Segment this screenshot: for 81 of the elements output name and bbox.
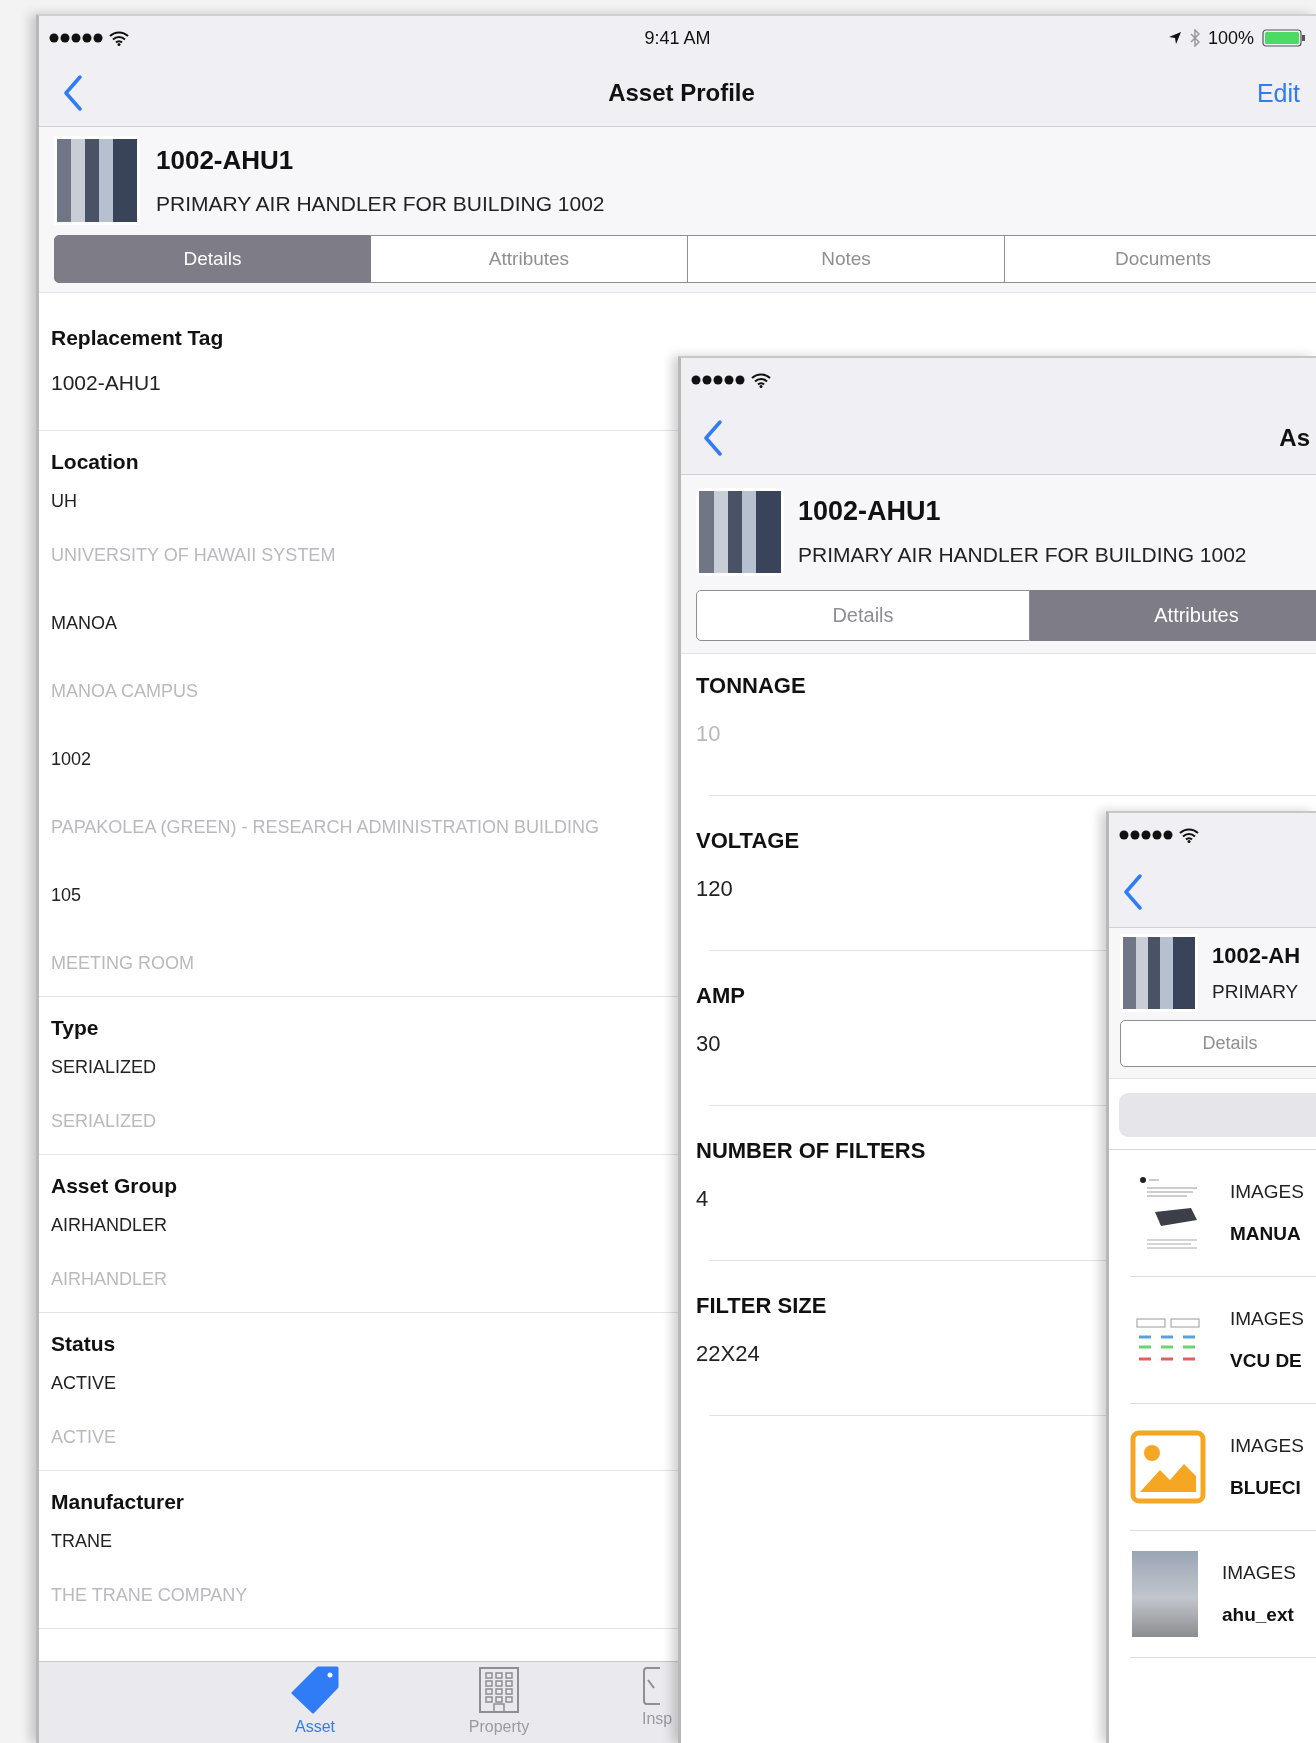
attribute-label: VOLTAGE — [696, 828, 800, 854]
field-value: TRANE — [51, 1530, 112, 1553]
attribute-value: 120 — [696, 876, 733, 902]
search-field[interactable] — [1119, 1093, 1316, 1137]
attribute-value: 4 — [696, 1186, 709, 1212]
document-category: IMAGES — [1230, 1308, 1304, 1330]
segment-tab[interactable]: Attributes — [371, 235, 688, 283]
attribute-value: 10 — [696, 721, 721, 747]
field-value: THE TRANE COMPANY — [51, 1584, 248, 1607]
document-category: IMAGES — [1230, 1181, 1304, 1203]
field-value: UNIVERSITY OF HAWAII SYSTEM — [51, 544, 336, 567]
document-row[interactable]: IMAGES MANUA — [1130, 1150, 1316, 1277]
bluetooth-icon — [1189, 29, 1200, 47]
field-label: Status — [51, 1331, 116, 1357]
asset-description: PRIMARY AIR HANDLER FOR BUILDING 1002 — [798, 543, 1247, 567]
document-category: IMAGES — [1222, 1562, 1296, 1584]
asset-tag: 1002-AH — [1212, 943, 1301, 969]
asset-description: PRIMARY — [1212, 981, 1300, 1003]
diagram-thumbnail — [1136, 1318, 1200, 1362]
segment-tab[interactable]: Notes — [688, 235, 1005, 283]
clipboard-icon — [642, 1666, 660, 1706]
tab-bar-item[interactable]: Asset — [223, 1662, 407, 1743]
field-value: 105 — [51, 884, 82, 907]
segment-tab[interactable]: Documents — [1005, 235, 1316, 283]
field-value: UH — [51, 490, 77, 513]
attribute-label: AMP — [696, 983, 745, 1009]
field-value: 1002 — [51, 748, 92, 771]
wifi-icon — [109, 30, 129, 46]
edit-button[interactable]: Edit — [1256, 78, 1300, 108]
attribute-label: NUMBER OF FILTERS — [696, 1138, 926, 1164]
tag-icon — [291, 1666, 339, 1714]
field-value: SERIALIZED — [51, 1110, 157, 1133]
signal-icon — [49, 33, 103, 43]
attribute-label: FILTER SIZE — [696, 1293, 827, 1319]
wifi-icon — [1179, 827, 1199, 843]
segment-tab[interactable]: Attributes — [1030, 590, 1316, 641]
field-value: ACTIVE — [51, 1372, 116, 1395]
field-value: SERIALIZED — [51, 1056, 157, 1079]
segment-tab[interactable]: Details — [1120, 1020, 1316, 1067]
field-label: Replacement Tag — [51, 325, 224, 351]
document-name: ahu_ext — [1222, 1604, 1295, 1626]
tab-bar-item[interactable]: Insp — [642, 1662, 673, 1743]
attribute-label: TONNAGE — [696, 673, 806, 699]
document-name: MANUA — [1230, 1223, 1302, 1245]
field-value: 1002-AHU1 — [51, 371, 161, 395]
status-time: 9:41 AM — [644, 27, 711, 49]
field-label: Location — [51, 449, 139, 475]
back-chevron-icon — [63, 75, 83, 111]
segment-tab[interactable]: Details — [696, 590, 1030, 641]
asset-tag: 1002-AHU1 — [798, 496, 1247, 527]
asset-description: PRIMARY AIR HANDLER FOR BUILDING 1002 — [156, 192, 605, 216]
nav-title: As — [1279, 424, 1310, 452]
battery-icon — [1262, 29, 1306, 47]
document-name: VCU DE — [1230, 1350, 1303, 1372]
document-row[interactable]: IMAGES ahu_ext — [1130, 1531, 1316, 1658]
field-value: AIRHANDLER — [51, 1214, 168, 1237]
attribute-value: 22X24 — [696, 1341, 760, 1367]
field-label: Manufacturer — [51, 1489, 185, 1515]
signal-icon — [691, 375, 745, 385]
document-category: IMAGES — [1230, 1435, 1304, 1457]
asset-tag: 1002-AHU1 — [156, 145, 605, 176]
document-row[interactable]: IMAGES BLUECI — [1130, 1404, 1316, 1531]
field-value: AIRHANDLER — [51, 1268, 168, 1291]
battery-percentage: 100% — [1207, 27, 1254, 49]
location-arrow-icon — [1167, 31, 1182, 45]
document-row[interactable]: IMAGES VCU DE — [1130, 1277, 1316, 1404]
attribute-value: 30 — [696, 1031, 721, 1057]
wifi-icon — [751, 372, 771, 388]
field-value: MEETING ROOM — [51, 952, 194, 975]
field-value: PAPAKOLEA (GREEN) - RESEARCH ADMINISTRATION BUILDING — [51, 816, 600, 839]
segment-tab[interactable]: Details — [54, 235, 371, 283]
signal-icon — [1119, 830, 1173, 840]
tab-bar-item[interactable]: Property — [407, 1662, 591, 1743]
field-label: Type — [51, 1015, 99, 1041]
nav-title: Asset Profile — [608, 79, 755, 107]
field-value: MANOA CAMPUS — [51, 680, 199, 703]
document-name: BLUECI — [1230, 1477, 1302, 1499]
field-value: MANOA — [51, 612, 117, 635]
field-value: ACTIVE — [51, 1426, 116, 1449]
field-label: Asset Group — [51, 1173, 178, 1199]
building-icon — [478, 1666, 520, 1714]
